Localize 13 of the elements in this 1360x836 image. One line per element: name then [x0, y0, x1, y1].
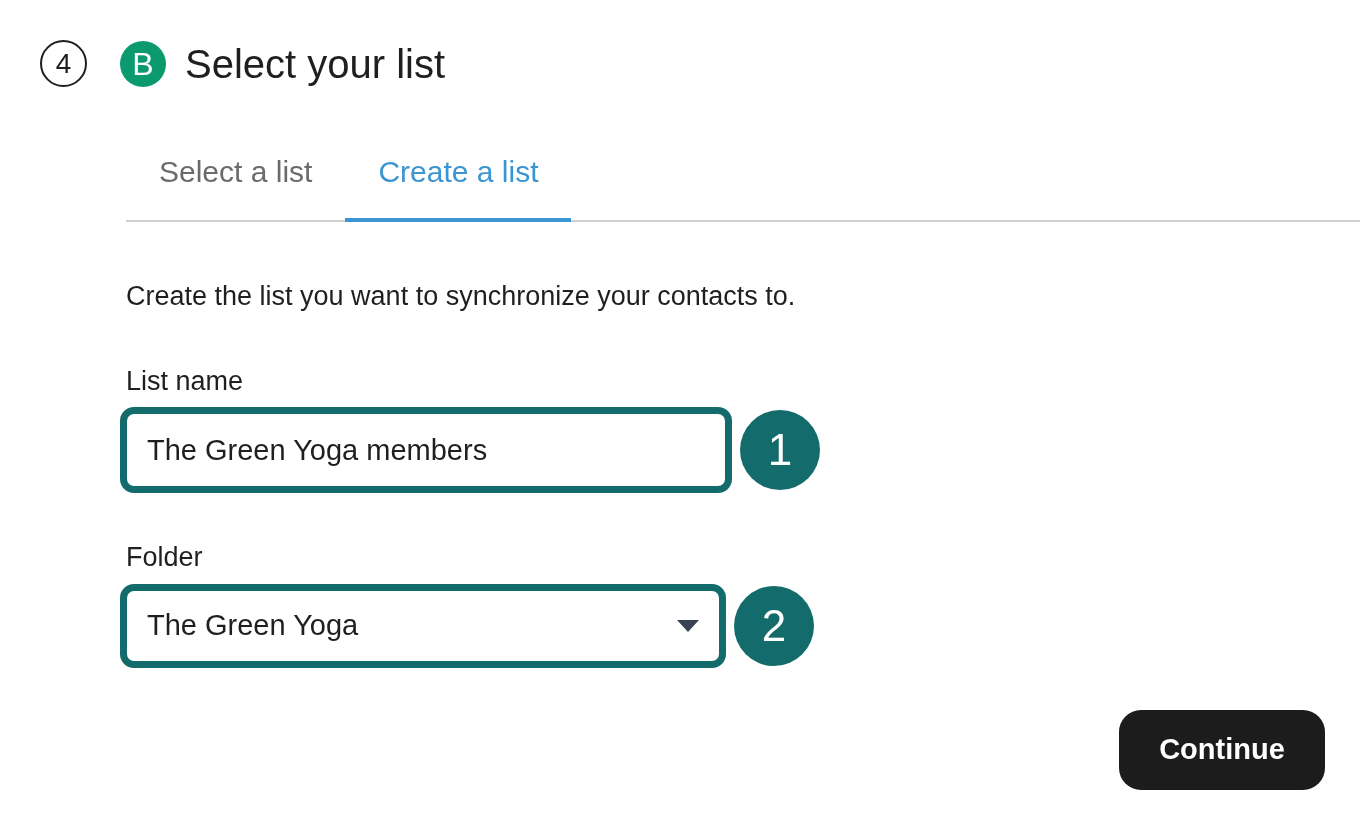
list-name-field[interactable]: The Green Yoga members	[120, 407, 732, 493]
field-label: List name	[126, 364, 245, 398]
step-number: 4	[40, 40, 87, 87]
step-badge: 1	[740, 410, 820, 490]
page-title: Select your list	[185, 43, 446, 84]
continue-button[interactable]: Continue	[1119, 710, 1325, 790]
caret-icon	[677, 619, 699, 632]
step-badge: 2	[734, 585, 814, 666]
description: Create the list you want to synchronize your contacts to.	[126, 280, 797, 313]
field-label: Folder	[126, 541, 204, 574]
folder-dropdown[interactable]: The Green Yoga	[120, 583, 726, 668]
logo: B	[120, 40, 166, 87]
tab[interactable]: Select a list	[126, 149, 346, 222]
